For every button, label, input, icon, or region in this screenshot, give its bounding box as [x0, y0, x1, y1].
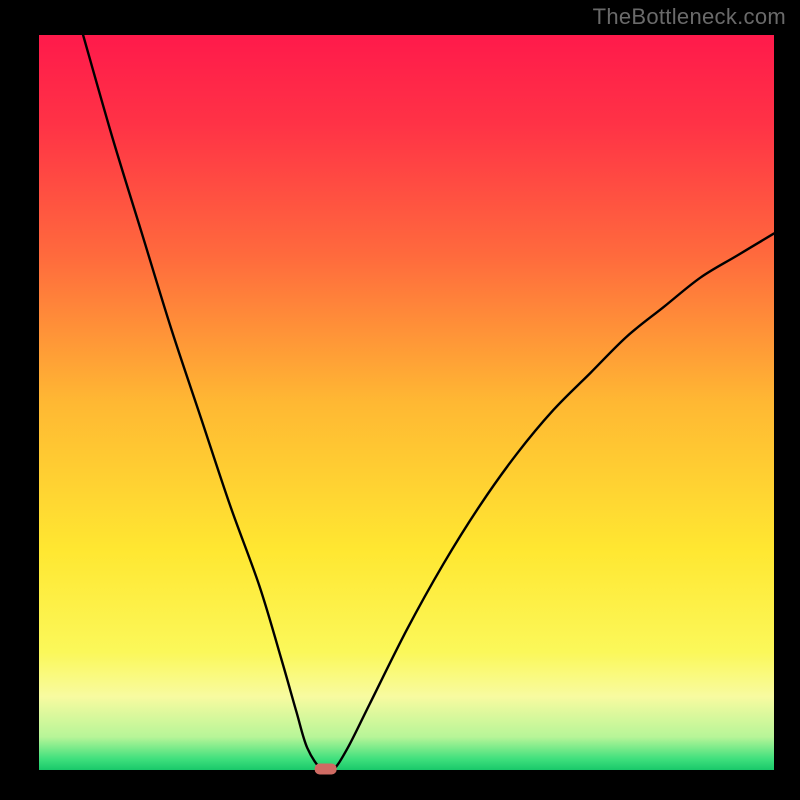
bottleneck-chart [0, 0, 800, 800]
plot-background [39, 35, 774, 770]
minimum-marker [315, 764, 337, 775]
chart-frame: TheBottleneck.com [0, 0, 800, 800]
